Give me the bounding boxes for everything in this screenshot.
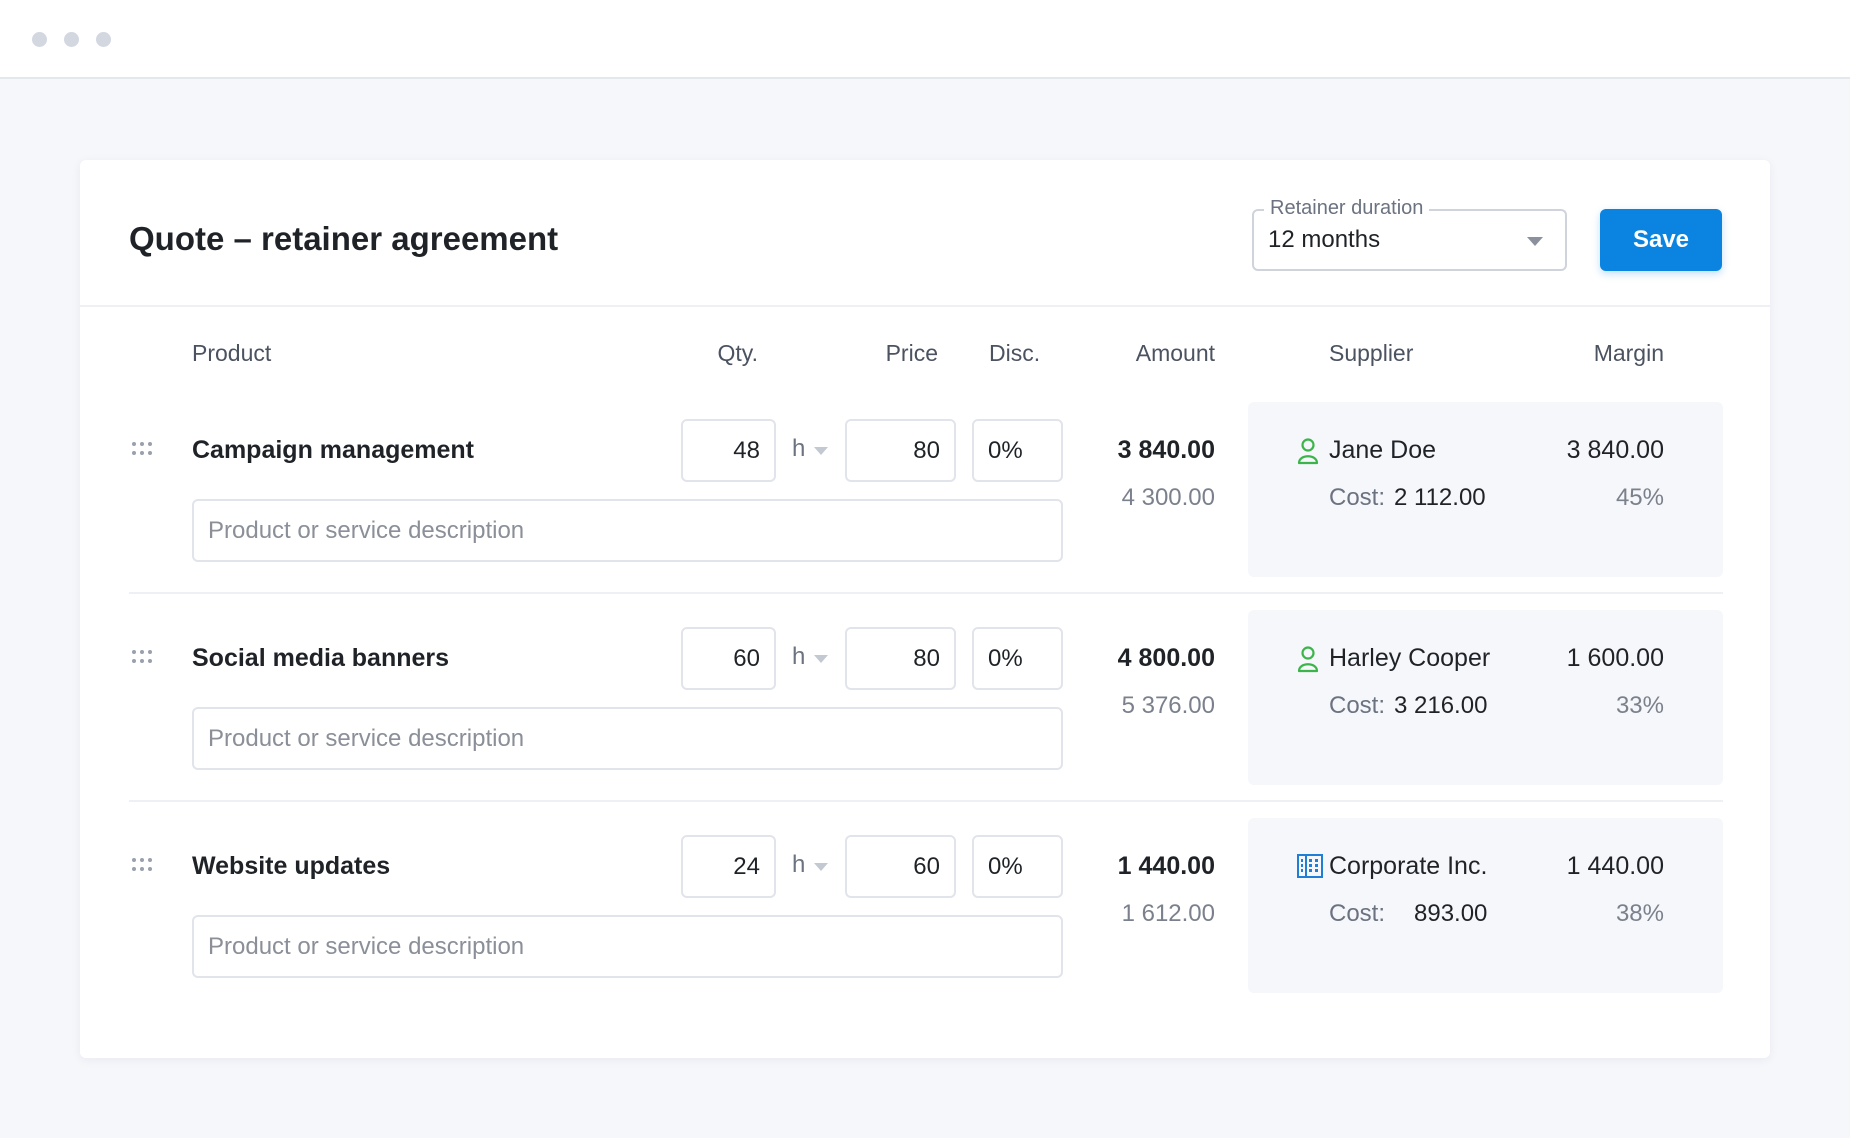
retainer-duration-value: 12 months bbox=[1268, 226, 1381, 253]
unit-select[interactable]: h bbox=[792, 851, 805, 879]
save-button[interactable]: Save bbox=[1600, 209, 1722, 271]
margin-percent: 45% bbox=[1615, 484, 1664, 511]
unit-chevron-down-icon[interactable] bbox=[814, 863, 828, 871]
cost-value: 2 112.00 bbox=[1394, 484, 1486, 511]
column-header-supplier: Supplier bbox=[1329, 340, 1414, 366]
amount-value: 3 840.00 bbox=[1117, 436, 1215, 464]
supplier-panel: Corporate Inc. 1 440.00 Cost: 893.00 38% bbox=[1248, 818, 1723, 993]
product-name[interactable]: Social media banners bbox=[192, 644, 449, 673]
description-input[interactable]: Product or service description bbox=[192, 915, 1063, 978]
column-header-disc: Disc. bbox=[989, 340, 1041, 366]
page-title: Quote – retainer agreement bbox=[129, 220, 559, 257]
window-titlebar bbox=[0, 0, 1850, 79]
window-maximize-dot[interactable] bbox=[96, 32, 111, 47]
amount-value: 1 440.00 bbox=[1117, 852, 1215, 880]
drag-handle-icon[interactable] bbox=[132, 858, 154, 872]
amount-gross-value: 4 300.00 bbox=[1121, 484, 1215, 511]
amount-gross-value: 1 612.00 bbox=[1121, 900, 1215, 927]
price-input[interactable]: 80 bbox=[845, 419, 956, 482]
cost-label: Cost: bbox=[1329, 484, 1386, 511]
row-divider bbox=[129, 800, 1723, 802]
margin-value: 1 440.00 bbox=[1566, 852, 1664, 880]
line-item-row: Social media banners 60 h 80 0% Product … bbox=[80, 610, 1770, 818]
unit-select[interactable]: h bbox=[792, 435, 805, 463]
column-header-price: Price bbox=[885, 340, 938, 366]
qty-input[interactable]: 24 bbox=[681, 835, 776, 898]
supplier-panel: Jane Doe 3 840.00 Cost: 2 112.00 45% bbox=[1248, 402, 1723, 577]
cost-value: 3 216.00 bbox=[1394, 692, 1488, 719]
window-close-dot[interactable] bbox=[32, 32, 47, 47]
quote-card: Quote – retainer agreement Retainer dura… bbox=[80, 160, 1770, 1058]
line-item-row: Campaign management 48 h 80 0% Product o… bbox=[80, 402, 1770, 610]
unit-select[interactable]: h bbox=[792, 643, 805, 671]
column-header-amount: Amount bbox=[1135, 340, 1215, 366]
margin-value: 3 840.00 bbox=[1566, 436, 1664, 464]
qty-input[interactable]: 48 bbox=[681, 419, 776, 482]
supplier-name[interactable]: Harley Cooper bbox=[1329, 644, 1490, 673]
unit-chevron-down-icon[interactable] bbox=[814, 655, 828, 663]
unit-chevron-down-icon[interactable] bbox=[814, 447, 828, 455]
amount-gross-value: 5 376.00 bbox=[1121, 692, 1215, 719]
line-item-row: Website updates 24 h 60 0% Product or se… bbox=[80, 818, 1770, 1026]
chevron-down-icon bbox=[1527, 237, 1543, 246]
drag-handle-icon[interactable] bbox=[132, 442, 154, 456]
description-input[interactable]: Product or service description bbox=[192, 499, 1063, 562]
retainer-duration-label: Retainer duration bbox=[1264, 197, 1430, 220]
cost-label: Cost: bbox=[1329, 900, 1386, 927]
margin-percent: 38% bbox=[1615, 900, 1664, 927]
cost-label: Cost: bbox=[1329, 692, 1386, 719]
person-icon bbox=[1296, 645, 1324, 675]
window-minimize-dot[interactable] bbox=[64, 32, 79, 47]
margin-value: 1 600.00 bbox=[1566, 644, 1664, 672]
column-header-margin: Margin bbox=[1593, 340, 1664, 366]
supplier-panel: Harley Cooper 1 600.00 Cost: 3 216.00 33… bbox=[1248, 610, 1723, 785]
amount-value: 4 800.00 bbox=[1117, 644, 1215, 672]
row-divider bbox=[129, 592, 1723, 594]
column-header-qty: Qty. bbox=[717, 340, 758, 366]
supplier-name[interactable]: Jane Doe bbox=[1329, 436, 1436, 465]
product-name[interactable]: Campaign management bbox=[192, 436, 474, 465]
price-input[interactable]: 60 bbox=[845, 835, 956, 898]
person-icon bbox=[1296, 437, 1324, 467]
supplier-name[interactable]: Corporate Inc. bbox=[1329, 852, 1487, 881]
column-header-product: Product bbox=[192, 340, 272, 366]
product-name[interactable]: Website updates bbox=[192, 852, 390, 881]
drag-handle-icon[interactable] bbox=[132, 650, 154, 664]
header-divider bbox=[80, 305, 1770, 307]
building-icon bbox=[1296, 853, 1324, 883]
price-input[interactable]: 80 bbox=[845, 627, 956, 690]
description-input[interactable]: Product or service description bbox=[192, 707, 1063, 770]
cost-value: 893.00 bbox=[1414, 900, 1488, 927]
margin-percent: 33% bbox=[1615, 692, 1664, 719]
qty-input[interactable]: 60 bbox=[681, 627, 776, 690]
retainer-duration-select[interactable]: Retainer duration 12 months bbox=[1252, 197, 1567, 271]
